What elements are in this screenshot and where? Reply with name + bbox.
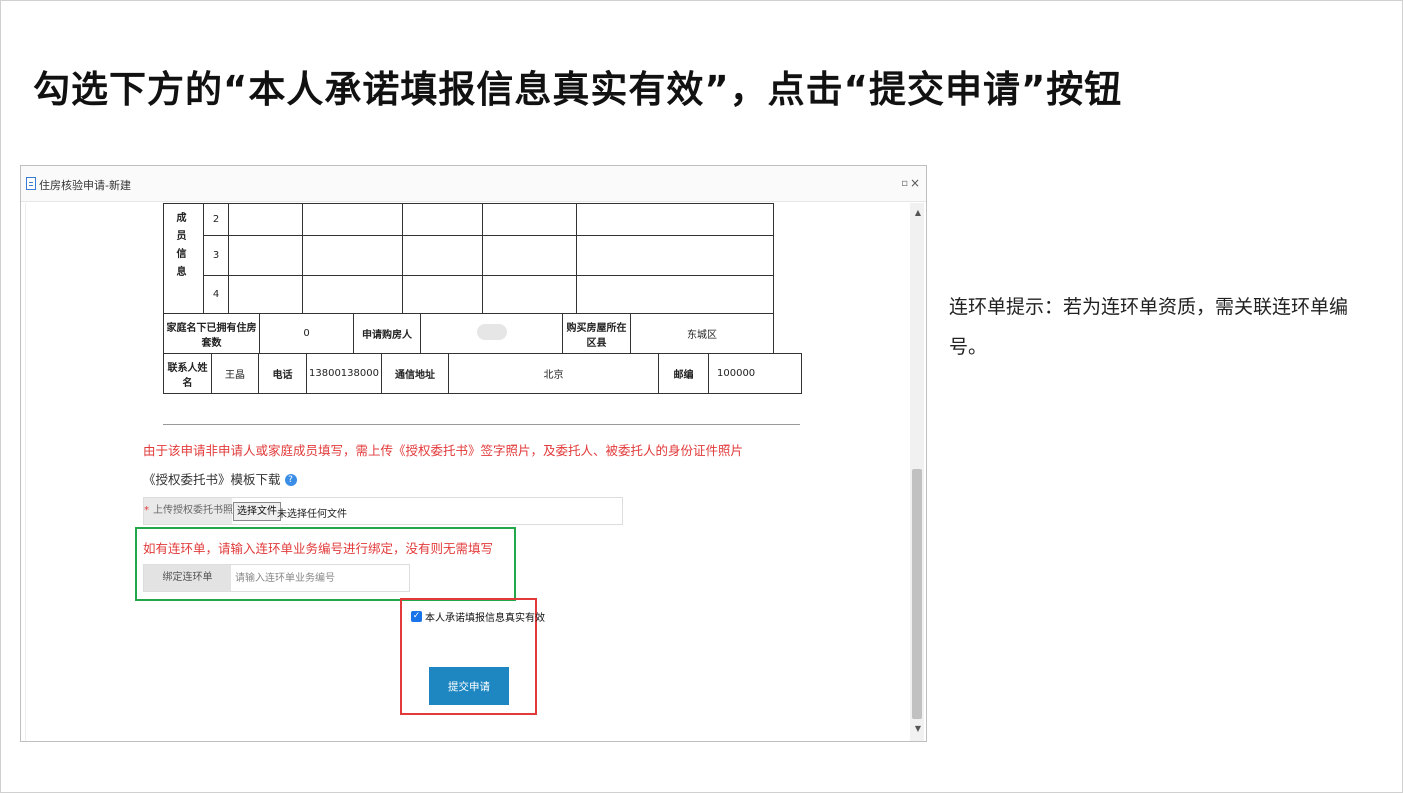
template-download-link[interactable]: 《授权委托书》模板下载? (143, 469, 297, 488)
contact-name-value: 王晶 (211, 353, 259, 394)
restore-icon[interactable]: ▫ (901, 178, 908, 189)
member-cell[interactable] (302, 275, 403, 314)
chain-order-row: 绑定连环单 (143, 564, 410, 592)
member-cell[interactable] (228, 235, 303, 276)
phone-value: 13800138000 (306, 353, 382, 394)
upload-label: * 上传授权委托书照片 (144, 498, 243, 524)
member-cell[interactable] (402, 235, 483, 276)
choose-file-button[interactable]: 选择文件 (233, 502, 281, 521)
house-count-label: 家庭名下已拥有住房套数 (163, 313, 260, 354)
commitment-label[interactable]: 本人承诺填报信息真实有效 (425, 609, 545, 624)
upload-authorization-row: * 上传授权委托书照片 选择文件 未选择任何文件 (143, 497, 623, 525)
buyer-label: 申请购房人 (353, 313, 421, 354)
window-body: 成 员 信 息 2 3 4 家庭名下已拥有住房套数 0 申请购房人 购买房屋所在… (25, 203, 924, 741)
contact-table: 联系人姓名 王晶 电话 13800138000 通信地址 北京 邮编 10000… (163, 353, 802, 394)
window-titlebar: 住房核验申请-新建 ▫ × (21, 166, 926, 202)
upload-label-text: 上传授权委托书照片 (153, 505, 243, 516)
member-cell[interactable] (228, 275, 303, 314)
slide: 勾选下方的“本人承诺填报信息真实有效”，点击“提交申请”按钮 住房核验申请-新建… (0, 0, 1403, 793)
checkbox-checked-icon[interactable]: ✓ (411, 611, 422, 622)
submit-application-button[interactable]: 提交申请 (429, 667, 509, 705)
slide-title: 勾选下方的“本人承诺填报信息真实有效”，点击“提交申请”按钮 (33, 68, 1123, 111)
window-title: 住房核验申请-新建 (39, 179, 131, 192)
district-label: 购买房屋所在区县 (562, 313, 631, 354)
required-mark: * (144, 505, 149, 516)
chain-order-hint: 如有连环单，请输入连环单业务编号进行绑定，没有则无需填写 (143, 541, 494, 556)
postcode-value: 100000 (708, 353, 802, 394)
household-table: 家庭名下已拥有住房套数 0 申请购房人 购买房屋所在区县 东城区 (163, 313, 774, 354)
member-cell[interactable] (482, 203, 577, 236)
chain-order-label: 绑定连环单 (144, 565, 231, 591)
member-cell[interactable] (228, 203, 303, 236)
scroll-thumb[interactable] (912, 469, 922, 719)
scroll-down-icon[interactable]: ▼ (915, 724, 921, 733)
file-status: 未选择任何文件 (277, 509, 347, 520)
district-value: 东城区 (630, 313, 774, 354)
house-count-value: 0 (259, 313, 354, 354)
phone-label: 电话 (258, 353, 307, 394)
member-cell[interactable] (302, 235, 403, 276)
address-value: 北京 (448, 353, 659, 394)
document-icon (26, 177, 36, 190)
vertical-scrollbar[interactable]: ▲ ▼ (910, 203, 924, 741)
member-row-number: 3 (203, 235, 229, 276)
application-form-table: 成 员 信 息 2 3 4 (163, 203, 774, 314)
address-label: 通信地址 (381, 353, 449, 394)
chain-order-note: 连环单提示：若为连环单资质，需关联连环单编号。 (949, 296, 1349, 358)
member-row-number: 2 (203, 203, 229, 236)
member-cell[interactable] (482, 235, 577, 276)
member-cell[interactable] (402, 275, 483, 314)
help-icon[interactable]: ? (284, 474, 297, 486)
member-cell[interactable] (576, 203, 774, 236)
section-divider (163, 424, 800, 425)
member-cell[interactable] (402, 203, 483, 236)
member-cell[interactable] (576, 275, 774, 314)
commitment-checkbox-row[interactable]: ✓ 本人承诺填报信息真实有效 (411, 609, 545, 624)
contact-name-label: 联系人姓名 (163, 353, 212, 394)
member-cell[interactable] (576, 235, 774, 276)
template-link-text[interactable]: 《授权委托书》模板下载 (143, 472, 281, 487)
application-window: 住房核验申请-新建 ▫ × 成 员 信 息 2 3 4 家庭名下已拥有住房套数 … (20, 165, 927, 742)
scroll-up-icon[interactable]: ▲ (915, 208, 921, 217)
member-cell[interactable] (302, 203, 403, 236)
chain-order-input[interactable] (232, 565, 408, 591)
postcode-label: 邮编 (658, 353, 709, 394)
buyer-value-blurred (420, 313, 563, 354)
member-info-label: 成 员 信 息 (163, 203, 204, 314)
member-cell[interactable] (482, 275, 577, 314)
close-icon[interactable]: × (910, 176, 920, 190)
authorization-warning: 由于该申请非申请人或家庭成员填写，需上传《授权委托书》签字照片，及委托人、被委托… (143, 443, 744, 458)
member-row-number: 4 (203, 275, 229, 314)
